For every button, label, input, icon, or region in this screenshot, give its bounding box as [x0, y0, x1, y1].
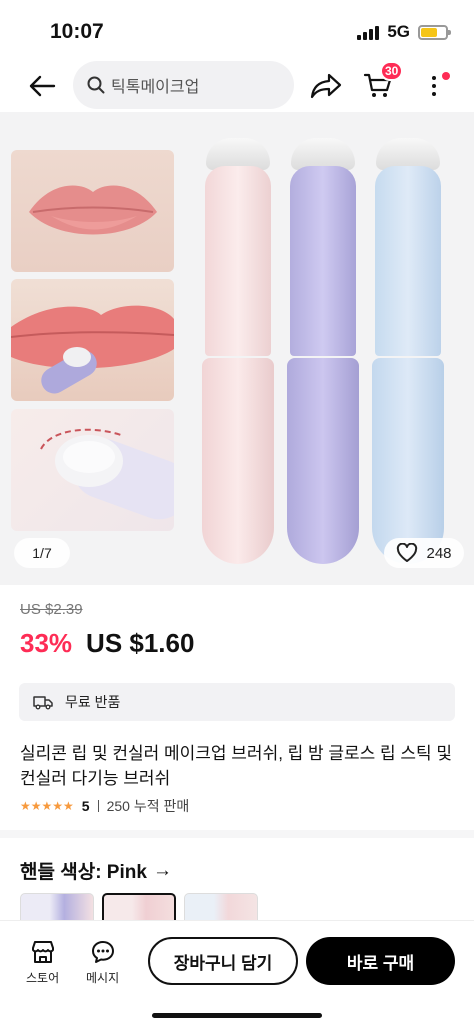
original-price: US $2.39: [20, 601, 83, 618]
sale-price: US $1.60: [86, 628, 195, 658]
pink-brush-product: [202, 138, 274, 568]
image-page-indicator: 1/7: [14, 538, 70, 568]
search-text: 틱톡메이크업: [111, 79, 200, 96]
message-label: 메시지: [86, 971, 120, 985]
lip-brush-application-image: [11, 279, 174, 401]
variant-label: 핸들 색상: Pink: [20, 862, 147, 883]
bottom-action-bar: 스토어 메시지 장바구니 담기 바로 구매: [0, 920, 474, 1026]
section-divider: [0, 830, 474, 838]
truck-icon: [33, 696, 53, 710]
status-bar: 10:07 5G: [0, 0, 474, 58]
variant-swatches: [20, 893, 258, 923]
buy-now-button[interactable]: 바로 구매: [306, 937, 455, 985]
rating-divider: [97, 800, 99, 812]
variant-swatch-purple[interactable]: [20, 893, 94, 923]
home-indicator: [152, 1013, 322, 1018]
network-label: 5G: [387, 22, 410, 41]
more-icon: [432, 76, 436, 80]
variant-swatch-pink[interactable]: [102, 893, 176, 923]
rating-score: 5: [81, 798, 90, 814]
sold-count: 250 누적 판매: [106, 798, 190, 814]
more-options-button[interactable]: [416, 66, 452, 106]
share-icon: [310, 73, 342, 99]
store-label: 스토어: [26, 971, 60, 985]
blue-brush-product: [372, 138, 444, 568]
product-title: 실리콘 립 및 컨실러 메이크업 브러쉬, 립 밤 글로스 립 스틱 및 컨실러…: [20, 744, 453, 788]
discount-percent: 33%: [20, 628, 73, 658]
variant-header[interactable]: 핸들 색상: Pink →: [20, 857, 172, 884]
message-tab[interactable]: 메시지: [86, 939, 119, 986]
purple-brush-product: [287, 138, 359, 568]
arrow-right-icon: →: [152, 859, 172, 881]
top-nav: 틱톡메이크업 30: [0, 58, 474, 112]
brush-tip-detail-image: [11, 409, 174, 531]
share-button[interactable]: [304, 66, 348, 106]
battery-icon: [418, 24, 451, 40]
heart-icon: [397, 543, 418, 562]
status-time: 10:07: [50, 20, 104, 43]
rating-row[interactable]: ★★★★★ 5 250 누적 판매: [20, 796, 189, 816]
message-icon: [91, 941, 114, 963]
star-rating-icon: ★★★★★: [20, 799, 74, 813]
free-returns-banner[interactable]: 무료 반품: [19, 683, 455, 721]
signal-icon: [357, 25, 380, 40]
lip-closeup-image: [11, 150, 174, 272]
free-returns-label: 무료 반품: [65, 694, 121, 710]
store-tab[interactable]: 스토어: [26, 939, 59, 986]
variant-swatch-blue[interactable]: [184, 893, 258, 923]
add-to-cart-button[interactable]: 장바구니 담기: [148, 937, 298, 985]
like-button[interactable]: 248: [384, 538, 464, 568]
back-button[interactable]: [22, 66, 62, 106]
cart-count-badge: 30: [380, 61, 404, 81]
like-count: 248: [426, 544, 452, 562]
notification-dot: [442, 72, 450, 80]
cart-button[interactable]: 30: [356, 61, 404, 106]
back-arrow-icon: [29, 75, 56, 97]
search-icon: [87, 76, 105, 94]
product-image-gallery[interactable]: 1/7 248: [0, 112, 474, 585]
price-row: 33% US $1.60: [20, 628, 194, 659]
status-icons: 5G: [357, 22, 451, 42]
store-icon: [31, 941, 54, 963]
search-bar[interactable]: 틱톡메이크업: [73, 61, 294, 109]
